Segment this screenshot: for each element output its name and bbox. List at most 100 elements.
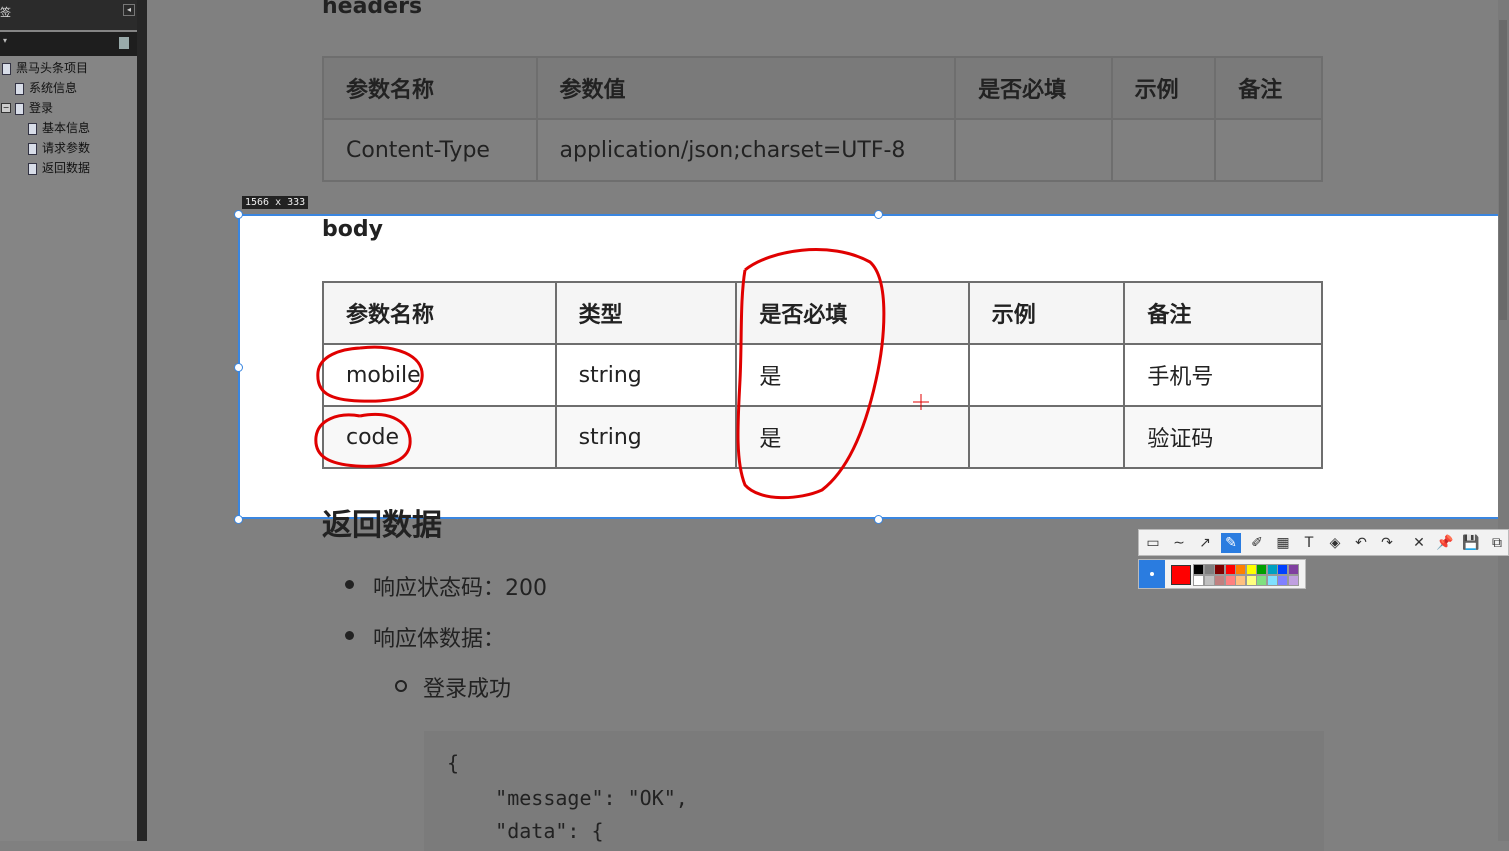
- page-icon: [15, 82, 24, 95]
- redo-icon[interactable]: ↷: [1377, 533, 1397, 553]
- vertical-scrollbar[interactable]: [1498, 0, 1509, 841]
- curve-icon[interactable]: ∼: [1169, 533, 1189, 553]
- pen-icon[interactable]: ✎: [1221, 533, 1241, 553]
- body-heading: body: [322, 217, 383, 242]
- table-cell: mobile: [322, 343, 557, 407]
- return-data-heading: 返回数据: [322, 508, 442, 543]
- color-swatch[interactable]: [1256, 564, 1267, 575]
- color-swatch[interactable]: [1266, 575, 1278, 586]
- tree-item-request-params[interactable]: 请求参数: [28, 139, 90, 157]
- sidebar: 签 ◂ ▾ 黑马头条项目 系统信息 − 登录 基本信息 请求参数 返回数据: [0, 0, 137, 841]
- table-cell: application/json;charset=UTF-8: [535, 118, 957, 182]
- capture-toolbar: ▭ ∼ ↗ ✎ ✐ ▦ T ◈ ↶ ↷ ✕ 📌 💾 ⧉: [1138, 529, 1509, 556]
- tree-item-project[interactable]: 黑马头条项目: [2, 59, 88, 77]
- rect-icon[interactable]: ▭: [1143, 533, 1163, 553]
- page-icon: [15, 102, 24, 115]
- undo-icon[interactable]: ↶: [1351, 533, 1371, 553]
- color-swatch[interactable]: [1245, 575, 1257, 586]
- color-swatch[interactable]: [1235, 575, 1246, 586]
- color-swatch[interactable]: [1193, 564, 1204, 575]
- selection-size-label: 1566 x 333: [242, 196, 309, 209]
- column-header: 示例: [1110, 56, 1217, 120]
- list-item: 登录成功: [423, 677, 512, 702]
- text-icon[interactable]: T: [1299, 533, 1319, 553]
- bullet-icon: [345, 580, 354, 589]
- sidebar-header-label: 签: [0, 6, 11, 19]
- color-palette: [1138, 559, 1306, 589]
- color-swatch[interactable]: [1266, 564, 1278, 575]
- bookmark-icon[interactable]: [119, 37, 129, 49]
- table-cell: [1110, 118, 1217, 182]
- list-item: 响应体数据：: [373, 627, 506, 652]
- page-icon: [28, 162, 37, 175]
- brush-size-button[interactable]: [1139, 560, 1165, 588]
- color-swatch[interactable]: [1245, 564, 1257, 575]
- body-table: 参数名称 类型 是否必填 示例 备注 mobile string 是 手机号 c…: [322, 281, 1323, 469]
- table-cell: [967, 405, 1126, 469]
- resize-handle[interactable]: [234, 515, 243, 524]
- table-cell: 手机号: [1123, 343, 1323, 407]
- column-header: 类型: [554, 281, 738, 345]
- table-cell: 是: [735, 343, 970, 407]
- table-row: Content-Type application/json;charset=UT…: [322, 118, 1323, 182]
- column-header: 示例: [967, 281, 1126, 345]
- table-cell: [967, 343, 1126, 407]
- collapse-button[interactable]: ◂: [123, 4, 135, 16]
- color-swatch[interactable]: [1277, 564, 1288, 575]
- eraser-icon[interactable]: ◈: [1325, 533, 1345, 553]
- splitter[interactable]: [137, 0, 147, 841]
- color-swatch[interactable]: [1287, 575, 1299, 586]
- mosaic-icon[interactable]: ▦: [1273, 533, 1293, 553]
- table-cell: string: [554, 343, 738, 407]
- resize-handle[interactable]: [234, 210, 243, 219]
- sidebar-header: 签 ◂: [0, 0, 137, 30]
- copy-icon[interactable]: ⧉: [1487, 533, 1507, 553]
- column-header: 备注: [1123, 281, 1323, 345]
- table-cell: 验证码: [1123, 405, 1323, 469]
- color-swatch[interactable]: [1287, 564, 1299, 575]
- code-line: "message": "OK",: [447, 786, 688, 810]
- bullet-icon: [345, 631, 354, 640]
- scrollbar-thumb[interactable]: [1499, 20, 1507, 320]
- column-header: 参数值: [535, 56, 957, 120]
- tree-item-system-info[interactable]: 系统信息: [15, 79, 77, 97]
- color-swatch[interactable]: [1214, 575, 1225, 586]
- resize-handle[interactable]: [234, 363, 243, 372]
- collapse-toggle-icon[interactable]: −: [1, 103, 11, 113]
- table-cell: Content-Type: [322, 118, 538, 182]
- color-swatch[interactable]: [1256, 575, 1267, 586]
- color-swatch[interactable]: [1235, 564, 1246, 575]
- current-color-swatch[interactable]: [1171, 565, 1191, 585]
- color-swatch[interactable]: [1203, 564, 1215, 575]
- tree-item-login[interactable]: − 登录: [1, 99, 53, 117]
- color-swatch[interactable]: [1277, 575, 1288, 586]
- pin-icon[interactable]: 📌: [1435, 533, 1455, 553]
- column-header: 是否必填: [954, 56, 1113, 120]
- tree-item-basic-info[interactable]: 基本信息: [28, 119, 90, 137]
- column-header: 参数名称: [322, 56, 538, 120]
- table-header-row: 参数名称 类型 是否必填 示例 备注: [322, 281, 1323, 345]
- color-swatch[interactable]: [1224, 575, 1236, 586]
- save-icon[interactable]: 💾: [1461, 533, 1481, 553]
- table-row: mobile string 是 手机号: [322, 343, 1323, 407]
- close-icon[interactable]: ✕: [1409, 533, 1429, 553]
- marker-icon[interactable]: ✐: [1247, 533, 1267, 553]
- page-icon: [2, 62, 11, 75]
- color-swatch[interactable]: [1203, 575, 1215, 586]
- color-swatch[interactable]: [1193, 575, 1204, 586]
- page-icon: [28, 142, 37, 155]
- column-header: 备注: [1214, 56, 1323, 120]
- table-cell: string: [554, 405, 738, 469]
- dropdown-icon[interactable]: ▾: [3, 36, 7, 45]
- arrow-icon[interactable]: ↗: [1195, 533, 1215, 553]
- table-cell: 是: [735, 405, 970, 469]
- color-swatch[interactable]: [1214, 564, 1225, 575]
- resize-handle[interactable]: [874, 210, 883, 219]
- page-icon: [28, 122, 37, 135]
- table-header-row: 参数名称 参数值 是否必填 示例 备注: [322, 56, 1323, 120]
- table-cell: [1214, 118, 1323, 182]
- list-item: 响应状态码：200: [373, 576, 547, 601]
- color-swatch[interactable]: [1224, 564, 1236, 575]
- tree-item-return-data[interactable]: 返回数据: [28, 159, 90, 177]
- resize-handle[interactable]: [874, 515, 883, 524]
